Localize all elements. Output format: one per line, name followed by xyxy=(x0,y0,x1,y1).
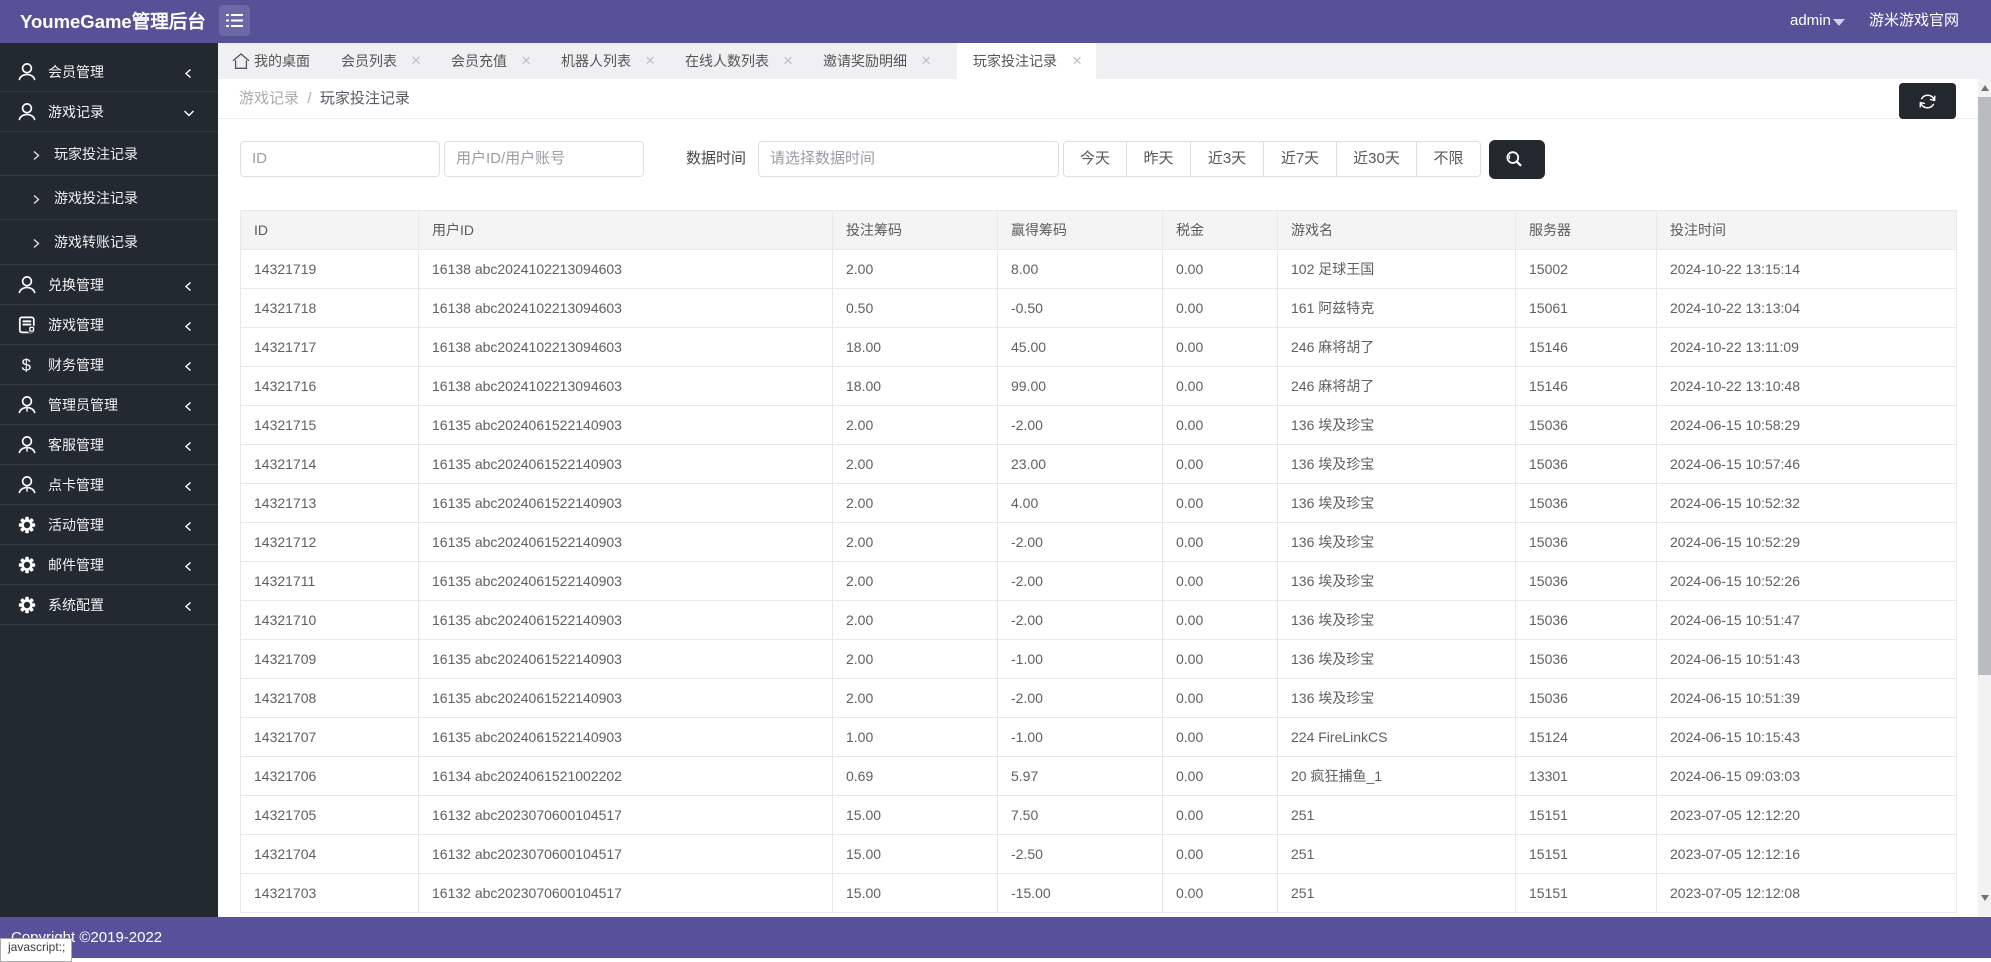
svg-text:$: $ xyxy=(22,356,32,374)
